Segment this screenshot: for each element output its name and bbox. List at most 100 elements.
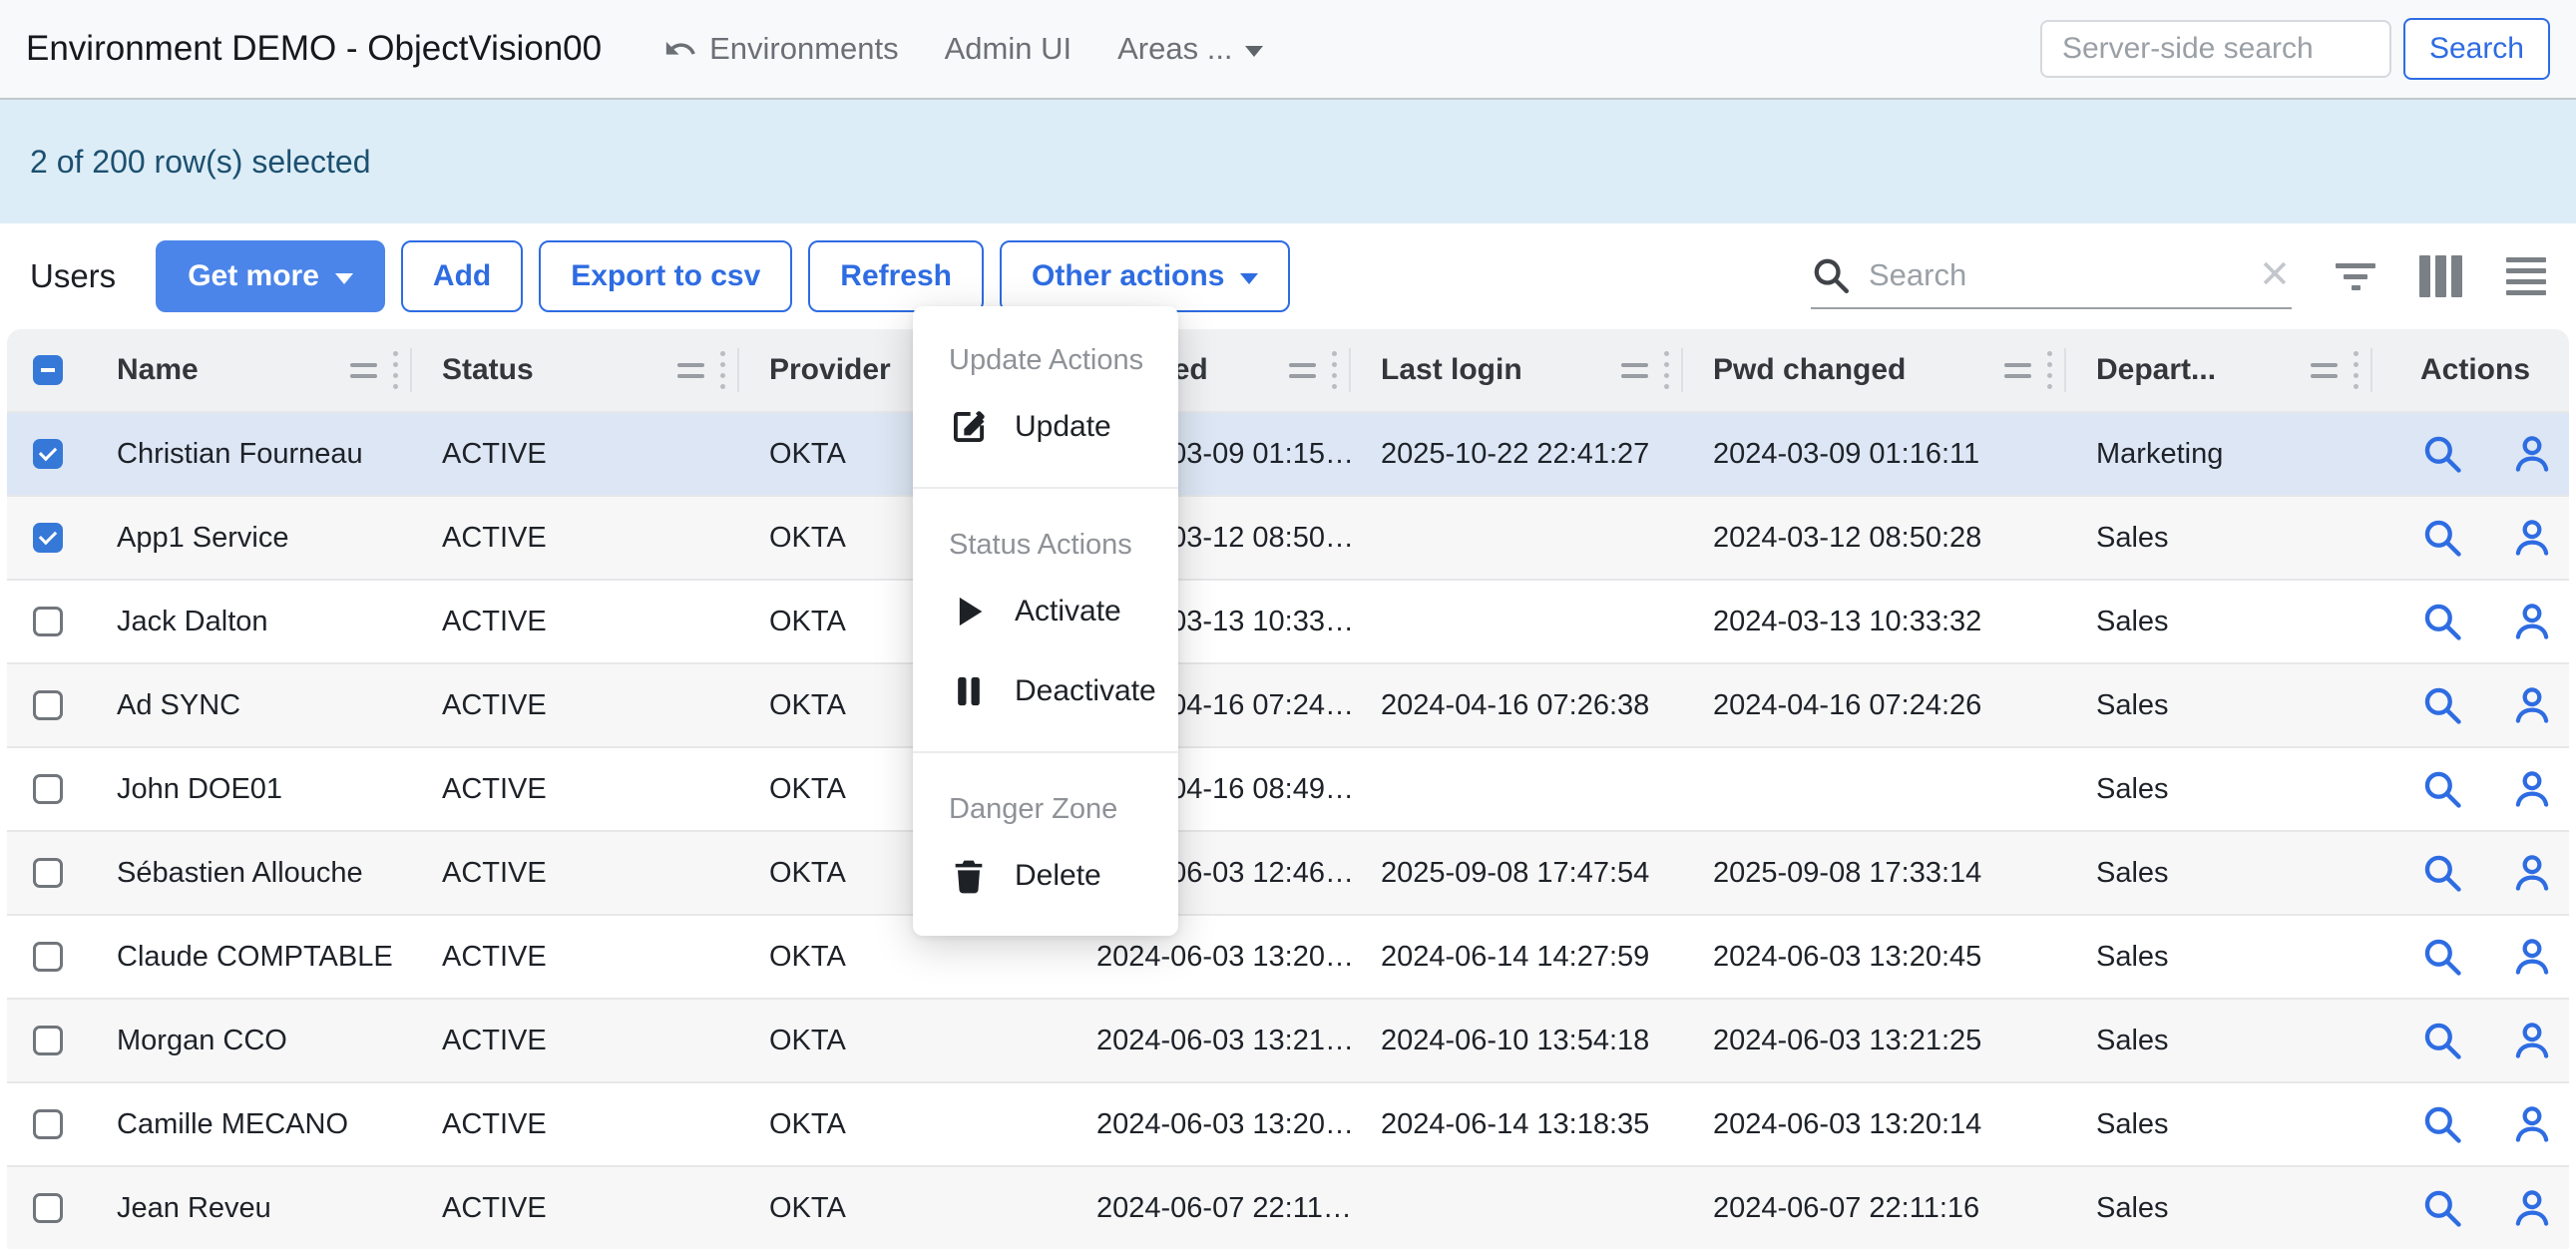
cell-department: Sales: [2066, 916, 2372, 998]
view-details-icon[interactable]: [2420, 1019, 2464, 1062]
column-label: Last login: [1381, 353, 1522, 387]
quick-search-input[interactable]: [1867, 256, 2242, 294]
column-menu-icon[interactable]: [720, 351, 725, 389]
undo-icon: [663, 32, 697, 66]
nav-item-areas[interactable]: Areas ...: [1117, 31, 1262, 67]
view-details-icon[interactable]: [2420, 767, 2464, 811]
row-checkbox[interactable]: [33, 774, 63, 804]
toolbar-button-get-more[interactable]: Get more: [156, 240, 385, 312]
menu-section-header: Status Actions: [913, 505, 1178, 572]
column-menu-icon[interactable]: [1332, 351, 1337, 389]
search-icon-handle: [1836, 280, 1847, 291]
cell-pwd-changed: 2024-04-16 07:24:26: [1683, 664, 2066, 746]
column-header-controls: [1621, 351, 1683, 389]
server-search-button[interactable]: Search: [2403, 18, 2550, 80]
row-checkbox[interactable]: [33, 1026, 63, 1055]
cell-pwd-changed: [1683, 748, 2066, 830]
table-row[interactable]: Claude COMPTABLEACTIVEOKTA2024-06-03 13:…: [7, 914, 2569, 998]
toolbar-button-refresh[interactable]: Refresh: [808, 240, 984, 312]
table-row[interactable]: Morgan CCOACTIVEOKTA2024-06-03 13:21…202…: [7, 998, 2569, 1081]
view-details-icon[interactable]: [2420, 432, 2464, 476]
nav-label: Areas ...: [1117, 31, 1232, 67]
cell-pwd-changed: 2024-06-07 22:11:16: [1683, 1167, 2066, 1249]
column-sort-icon[interactable]: [2311, 363, 2338, 378]
user-profile-icon[interactable]: [2510, 1102, 2554, 1146]
cell-actions: [2372, 1167, 2569, 1249]
trash-icon: [949, 856, 989, 896]
column-menu-icon[interactable]: [2047, 351, 2052, 389]
column-menu-icon[interactable]: [1664, 351, 1669, 389]
user-profile-icon[interactable]: [2510, 516, 2554, 560]
column-sort-icon[interactable]: [677, 363, 704, 378]
pause-icon: [949, 671, 989, 711]
view-details-icon[interactable]: [2420, 516, 2464, 560]
column-sort-icon[interactable]: [1621, 363, 1648, 378]
row-checkbox[interactable]: [33, 858, 63, 888]
menu-item-delete[interactable]: Delete: [913, 836, 1178, 916]
table-row[interactable]: App1 ServiceACTIVEOKTA2024-03-12 08:50…2…: [7, 495, 2569, 579]
user-profile-icon[interactable]: [2510, 432, 2554, 476]
toolbar-button-add[interactable]: Add: [401, 240, 523, 312]
cell-name: Jean Reveu: [87, 1167, 412, 1249]
nav-item-environments[interactable]: Environments: [663, 31, 899, 67]
column-sort-icon[interactable]: [2004, 363, 2031, 378]
view-details-icon[interactable]: [2420, 935, 2464, 979]
user-profile-icon[interactable]: [2510, 767, 2554, 811]
row-checkbox[interactable]: [33, 942, 63, 972]
row-checkbox[interactable]: [33, 690, 63, 720]
row-checkbox[interactable]: [33, 523, 63, 553]
column-sort-icon[interactable]: [350, 363, 377, 378]
cell-checkbox: [7, 497, 87, 579]
table-row[interactable]: Jack DaltonACTIVEOKTA2024-03-13 10:33…20…: [7, 579, 2569, 662]
cell-department: Sales: [2066, 832, 2372, 914]
column-header-controls: [350, 351, 412, 389]
row-checkbox[interactable]: [33, 1109, 63, 1139]
quick-search-field: [1811, 243, 2292, 309]
topbar-nav: Environments Admin UI Areas ...: [663, 31, 1262, 67]
view-details-icon[interactable]: [2420, 683, 2464, 727]
table-row[interactable]: Camille MECANOACTIVEOKTA2024-06-03 13:20…: [7, 1081, 2569, 1165]
menu-item-label: Activate: [1015, 595, 1121, 628]
row-checkbox[interactable]: [33, 1193, 63, 1223]
view-details-icon[interactable]: [2420, 600, 2464, 643]
user-profile-icon[interactable]: [2510, 1019, 2554, 1062]
density-menu-icon[interactable]: [2506, 257, 2546, 295]
user-profile-icon[interactable]: [2510, 600, 2554, 643]
column-menu-icon[interactable]: [393, 351, 398, 389]
cell-name: Sébastien Allouche: [87, 832, 412, 914]
row-checkbox[interactable]: [33, 607, 63, 636]
button-label: Other actions: [1032, 259, 1224, 293]
column-menu-icon[interactable]: [2354, 351, 2359, 389]
table-row[interactable]: Sébastien AlloucheACTIVEOKTA2024-06-03 1…: [7, 830, 2569, 914]
table-row[interactable]: Christian FourneauACTIVEOKTA2024-03-09 0…: [7, 411, 2569, 495]
user-profile-icon[interactable]: [2510, 935, 2554, 979]
user-profile-icon[interactable]: [2510, 1186, 2554, 1230]
toolbar-button-other-actions[interactable]: Other actions: [1000, 240, 1290, 312]
select-all-checkbox[interactable]: [33, 355, 63, 385]
table-row[interactable]: Jean ReveuACTIVEOKTA2024-06-07 22:11…202…: [7, 1165, 2569, 1249]
menu-item-deactivate[interactable]: Deactivate: [913, 651, 1178, 731]
button-label: Add: [433, 259, 491, 293]
columns-icon[interactable]: [2419, 255, 2462, 297]
row-checkbox[interactable]: [33, 439, 63, 469]
table-row[interactable]: John DOE01ACTIVEOKTA2024-04-16 08:49…Sal…: [7, 746, 2569, 830]
menu-item-update[interactable]: Update: [913, 387, 1178, 467]
menu-item-activate[interactable]: Activate: [913, 572, 1178, 651]
filter-icon[interactable]: [2336, 263, 2375, 290]
cell-checkbox: [7, 916, 87, 998]
clear-search-icon[interactable]: [2258, 256, 2292, 295]
menu-item-label: Deactivate: [1015, 674, 1156, 708]
view-details-icon[interactable]: [2420, 1186, 2464, 1230]
nav-item-admin-ui[interactable]: Admin UI: [945, 31, 1072, 67]
nav-label: Environments: [709, 31, 899, 67]
column-label: Status: [442, 353, 534, 387]
toolbar-button-export-to-csv[interactable]: Export to csv: [539, 240, 792, 312]
user-profile-icon[interactable]: [2510, 683, 2554, 727]
column-sort-icon[interactable]: [1289, 363, 1316, 378]
view-details-icon[interactable]: [2420, 1102, 2464, 1146]
table-row[interactable]: Ad SYNCACTIVEOKTA2024-04-16 07:24…2024-0…: [7, 662, 2569, 746]
cell-provider: OKTA: [739, 1167, 1067, 1249]
server-side-search-input[interactable]: [2040, 20, 2391, 78]
view-details-icon[interactable]: [2420, 851, 2464, 895]
user-profile-icon[interactable]: [2510, 851, 2554, 895]
